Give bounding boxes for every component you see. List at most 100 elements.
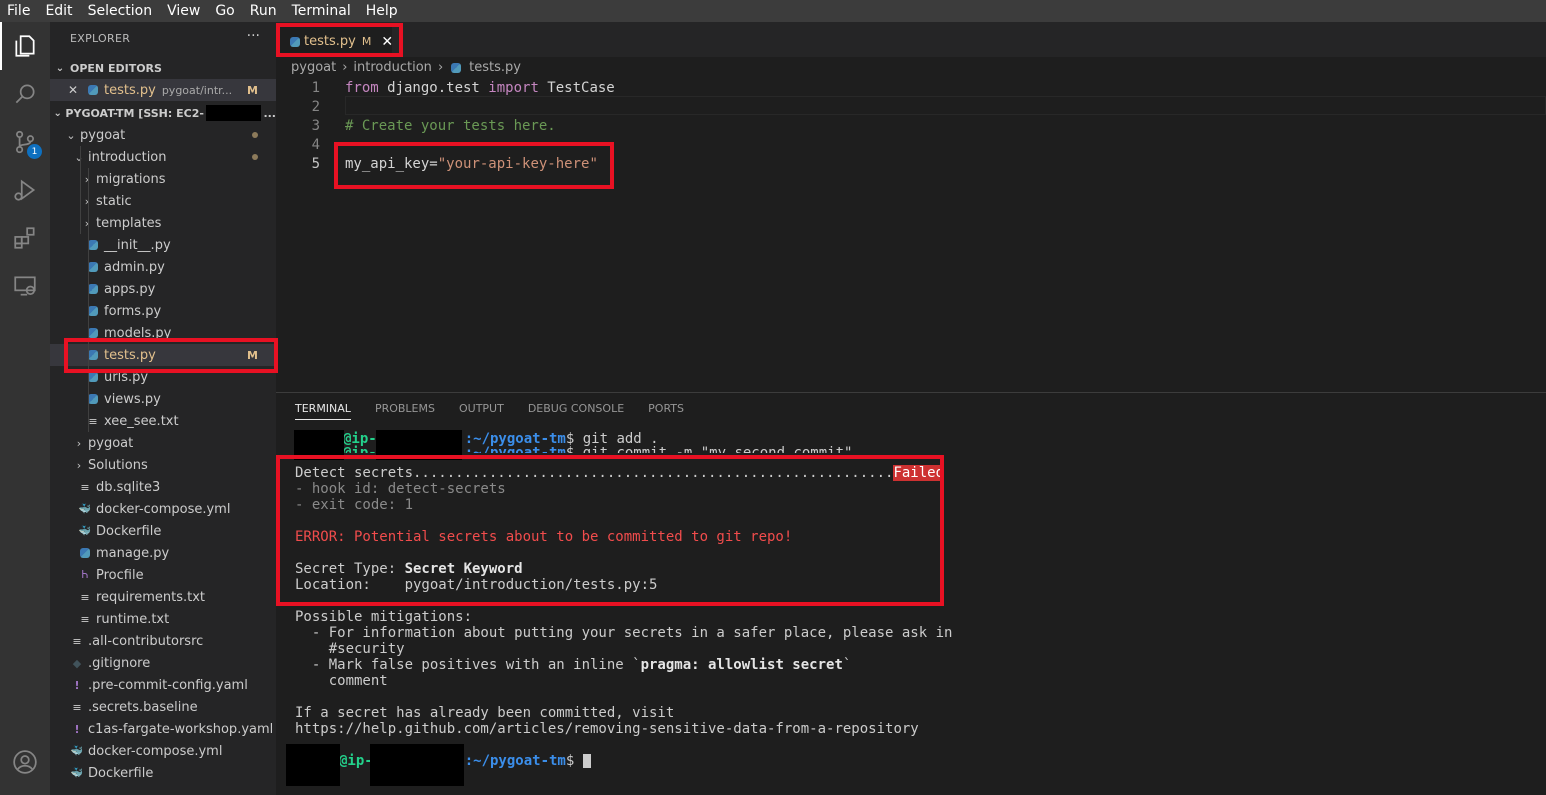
tree-file[interactable]: forms.py — [50, 300, 276, 322]
terminal-line: Detect secrets..........................… — [295, 465, 945, 481]
tree-item-label: db.sqlite3 — [96, 479, 161, 495]
tree-file[interactable]: 🐳 Dockerfile — [50, 520, 276, 542]
menu-terminal[interactable]: Terminal — [285, 3, 359, 19]
menu-file[interactable]: File — [0, 3, 38, 19]
operator: = — [429, 155, 438, 172]
open-editor-filename: tests.py — [104, 82, 156, 98]
tree-file[interactable]: apps.py — [50, 278, 276, 300]
text-file-icon: ≡ — [80, 480, 90, 494]
breadcrumb-item[interactable]: tests.py — [469, 60, 521, 75]
account-icon[interactable] — [0, 738, 50, 786]
source-control-icon[interactable]: 1 — [0, 118, 50, 166]
tree-folder[interactable]: › pygoat — [50, 432, 276, 454]
close-icon[interactable]: ✕ — [50, 83, 78, 97]
tree-file[interactable]: ≡ db.sqlite3 — [50, 476, 276, 498]
tree-item-label: .pre-commit-config.yaml — [88, 677, 248, 693]
text: ` — [842, 657, 852, 673]
tree-file[interactable]: admin.py — [50, 256, 276, 278]
chevron-right-icon: › — [84, 216, 90, 230]
python-file-icon — [290, 35, 300, 49]
tree-file[interactable]: 🐳 docker-compose.yml — [50, 740, 276, 762]
remote-explorer-icon[interactable] — [0, 262, 50, 310]
tree-item-label: static — [96, 193, 132, 209]
tree-file[interactable]: ≡ runtime.txt — [50, 608, 276, 630]
heroku-icon: Ꮒ — [81, 568, 89, 581]
tree-file[interactable]: Ꮒ Procfile — [50, 564, 276, 586]
open-editor-item[interactable]: ✕ tests.py pygoat/intr... M — [50, 79, 276, 101]
scm-badge: 1 — [27, 144, 42, 159]
tree-item-label: pygoat — [88, 435, 134, 451]
line-number: 3 — [311, 117, 320, 134]
string-literal: "your-api-key-here" — [437, 155, 598, 172]
close-icon[interactable]: ✕ — [381, 34, 393, 50]
tab-bar: tests.py M ✕ — [276, 22, 1546, 57]
menu-bar: File Edit Selection View Go Run Terminal Help — [0, 0, 1546, 22]
prompt-path: :~/pygoat-tm — [464, 753, 566, 769]
yaml-icon: ! — [74, 678, 80, 692]
secret-location: pygoat/introduction/tests.py:5 — [404, 577, 658, 593]
tab-tests-py[interactable]: tests.py M ✕ — [280, 26, 393, 57]
search-icon[interactable] — [0, 70, 50, 118]
terminal-line: - hook id: detect-secrets — [295, 481, 506, 497]
menu-run[interactable]: Run — [243, 3, 285, 19]
chevron-right-icon: › — [76, 458, 82, 472]
menu-help[interactable]: Help — [359, 3, 406, 19]
terminal-url[interactable]: https://help.github.com/articles/removin… — [295, 721, 919, 737]
tree-item-label: tests.py — [104, 347, 156, 363]
text-file-icon: ≡ — [80, 590, 90, 604]
explorer-sidebar: EXPLORER ··· ⌄ OPEN EDITORS ✕ tests.py p… — [50, 22, 276, 795]
code-line: 1 from django.test import TestCase — [276, 78, 1546, 97]
tree-file[interactable]: ! .pre-commit-config.yaml — [50, 674, 276, 696]
tree-file[interactable]: 🐳 docker-compose.yml — [50, 498, 276, 520]
tree-item-label: docker-compose.yml — [96, 501, 231, 517]
tab-ports[interactable]: PORTS — [648, 402, 684, 420]
tree-folder[interactable]: ⌄ pygoat — [50, 124, 276, 146]
menu-edit[interactable]: Edit — [38, 3, 80, 19]
more-actions-icon[interactable]: ··· — [247, 28, 260, 44]
tree-file[interactable]: models.py — [50, 322, 276, 344]
breadcrumb-item[interactable]: introduction — [353, 60, 432, 75]
python-file-icon — [78, 546, 92, 560]
menu-view[interactable]: View — [160, 3, 208, 19]
git-icon: ◆ — [72, 656, 82, 670]
tree-item-label: introduction — [88, 149, 167, 165]
tree-file[interactable]: __init__.py — [50, 234, 276, 256]
tab-terminal[interactable]: TERMINAL — [295, 402, 351, 420]
line-number: 1 — [311, 79, 320, 96]
tree-folder[interactable]: › migrations — [50, 168, 276, 190]
tab-debug-console[interactable]: DEBUG CONSOLE — [528, 402, 624, 420]
tree-item-label: .gitignore — [88, 655, 151, 671]
tree-file[interactable]: ≡ requirements.txt — [50, 586, 276, 608]
tree-folder[interactable]: › Solutions — [50, 454, 276, 476]
tree-folder[interactable]: ⌄ introduction — [50, 146, 276, 168]
hook-name: Detect secrets..........................… — [295, 465, 894, 481]
tree-item-label: manage.py — [96, 545, 170, 561]
tree-file[interactable]: urls.py — [50, 366, 276, 388]
extensions-icon[interactable] — [0, 214, 50, 262]
tree-folder[interactable]: › templates — [50, 212, 276, 234]
tab-output[interactable]: OUTPUT — [459, 402, 504, 420]
tree-file[interactable]: ≡ .secrets.baseline — [50, 696, 276, 718]
explorer-icon[interactable] — [0, 22, 50, 70]
open-editors-header[interactable]: ⌄ OPEN EDITORS — [50, 57, 276, 79]
tree-folder[interactable]: › static — [50, 190, 276, 212]
tree-file[interactable]: manage.py — [50, 542, 276, 564]
tree-file[interactable]: ≡ xee_see.txt — [50, 410, 276, 432]
tree-file[interactable]: ≡ .all-contributorsrc — [50, 630, 276, 652]
bottom-panel: TERMINAL PROBLEMS OUTPUT DEBUG CONSOLE P… — [276, 392, 1546, 795]
tree-file[interactable]: 🐳 Dockerfile — [50, 762, 276, 784]
tree-file[interactable]: tests.py M — [50, 344, 276, 366]
breadcrumb-item[interactable]: pygoat — [291, 60, 336, 75]
tab-problems[interactable]: PROBLEMS — [375, 402, 435, 420]
tree-file[interactable]: ! c1as-fargate-workshop.yaml — [50, 718, 276, 740]
menu-go[interactable]: Go — [208, 3, 242, 19]
tree-item-label: apps.py — [104, 281, 156, 297]
workspace-header[interactable]: ⌄ PYGOAT-TM [SSH: EC2- ... — [50, 102, 276, 124]
tree-file[interactable]: ◆ .gitignore — [50, 652, 276, 674]
tree-file[interactable]: views.py — [50, 388, 276, 410]
chevron-right-icon: › — [84, 194, 90, 208]
terminal-line: Possible mitigations: — [295, 609, 473, 625]
prompt-symbol: $ — [565, 445, 583, 453]
menu-selection[interactable]: Selection — [81, 3, 161, 19]
run-debug-icon[interactable] — [0, 166, 50, 214]
